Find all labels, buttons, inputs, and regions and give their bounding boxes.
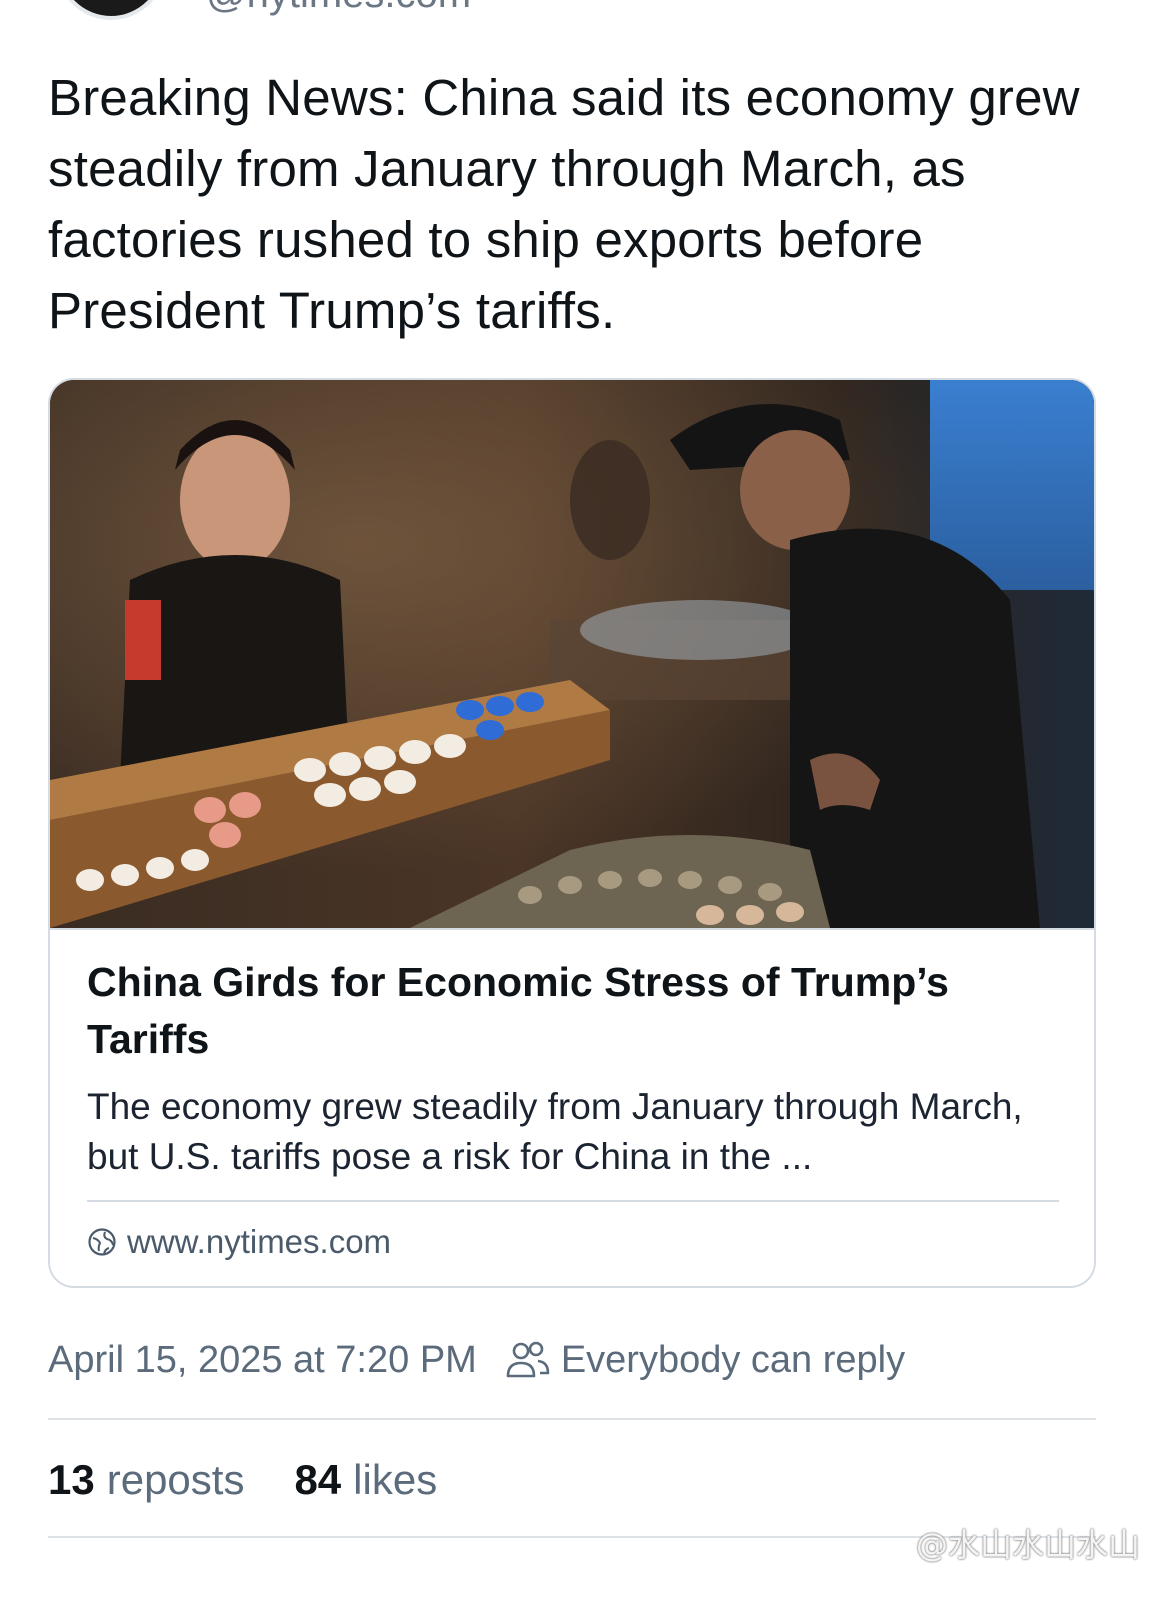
link-card-domain[interactable]: www.nytimes.com <box>87 1220 391 1264</box>
link-card-title[interactable]: China Girds for Economic Stress of Trump… <box>87 954 1047 1068</box>
reply-setting[interactable]: Everybody can reply <box>561 1339 905 1382</box>
post-timestamp[interactable]: April 15, 2025 at 7:20 PM <box>48 1339 477 1382</box>
likes-count: 84 <box>294 1456 342 1503</box>
link-card-divider <box>87 1200 1059 1202</box>
reposts-label: reposts <box>106 1456 245 1503</box>
watermark: @水山水山水山 <box>915 1526 1140 1564</box>
reposts-count: 13 <box>48 1456 95 1503</box>
link-card-image[interactable] <box>50 380 1094 930</box>
author-handle[interactable]: @nytimes.com <box>206 0 471 18</box>
divider-top <box>48 1418 1096 1420</box>
link-card-description: The economy grew steadily from January t… <box>87 1086 1023 1177</box>
market-photo <box>50 380 1094 928</box>
post-stats: 13 reposts 84 likes <box>48 1452 487 1508</box>
post-meta: April 15, 2025 at 7:20 PM Everybody can … <box>48 1334 905 1386</box>
reposts-stat[interactable]: 13 reposts <box>48 1456 244 1504</box>
globe-icon <box>87 1227 117 1257</box>
post-text: Breaking News: China said its economy gr… <box>48 69 1080 339</box>
link-card-domain-text: www.nytimes.com <box>127 1223 392 1260</box>
link-card[interactable]: China Girds for Economic Stress of Trump… <box>48 378 1096 1288</box>
people-icon <box>505 1340 551 1380</box>
author-avatar[interactable] <box>56 0 166 20</box>
likes-label: likes <box>353 1456 438 1503</box>
likes-stat[interactable]: 84 likes <box>294 1456 437 1504</box>
